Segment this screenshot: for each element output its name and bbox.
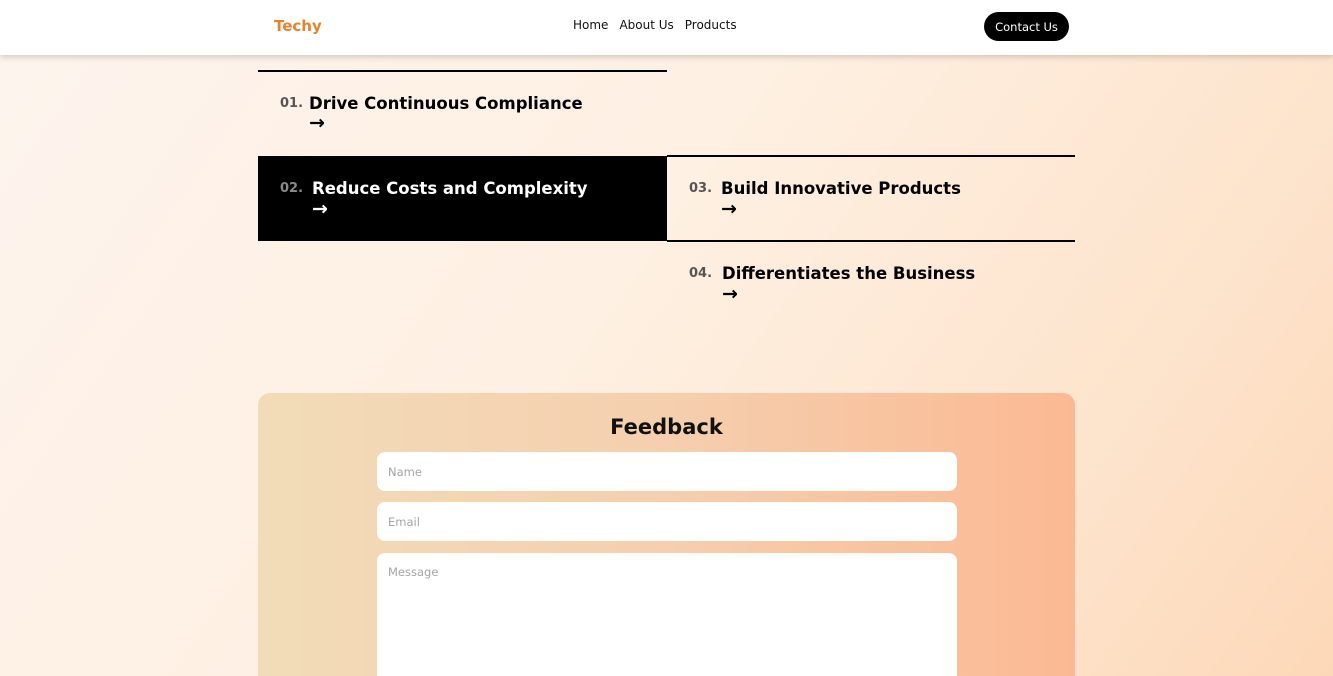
benefit-card-2[interactable]: 02. Reduce Costs and Complexity → bbox=[258, 156, 667, 241]
brand-logo[interactable]: Techy bbox=[274, 17, 322, 35]
arrow-right-icon: → bbox=[312, 198, 328, 220]
benefit-card-4[interactable]: 04. Differentiates the Business → bbox=[667, 242, 1075, 325]
email-input[interactable] bbox=[377, 502, 957, 541]
benefit-number: 04. bbox=[689, 266, 713, 281]
nav-home-link[interactable]: Home bbox=[573, 18, 608, 32]
message-textarea[interactable] bbox=[377, 553, 957, 676]
benefit-card-1[interactable]: 01. Drive Continuous Compliance → bbox=[258, 72, 667, 155]
feedback-section: Feedback bbox=[258, 393, 1075, 676]
benefit-number: 02. bbox=[280, 181, 304, 196]
arrow-right-icon: → bbox=[722, 283, 738, 305]
benefit-title: Build Innovative Products bbox=[721, 179, 961, 198]
arrow-right-icon: → bbox=[309, 112, 325, 134]
nav-about-link[interactable]: About Us bbox=[619, 18, 673, 32]
name-input[interactable] bbox=[377, 452, 957, 491]
main-nav: Home About Us Products bbox=[573, 18, 748, 32]
nav-products-link[interactable]: Products bbox=[685, 18, 737, 32]
contact-us-button[interactable]: Contact Us bbox=[984, 12, 1069, 41]
benefit-title: Drive Continuous Compliance bbox=[309, 94, 583, 113]
benefit-title: Reduce Costs and Complexity bbox=[312, 179, 588, 198]
arrow-right-icon: → bbox=[721, 198, 737, 220]
benefit-number: 03. bbox=[689, 181, 713, 196]
benefit-number: 01. bbox=[280, 96, 304, 111]
benefit-title: Differentiates the Business bbox=[722, 264, 976, 283]
navbar: Techy Home About Us Products Contact Us bbox=[0, 0, 1333, 55]
benefit-card-3[interactable]: 03. Build Innovative Products → bbox=[667, 157, 1075, 240]
feedback-title: Feedback bbox=[610, 415, 723, 439]
